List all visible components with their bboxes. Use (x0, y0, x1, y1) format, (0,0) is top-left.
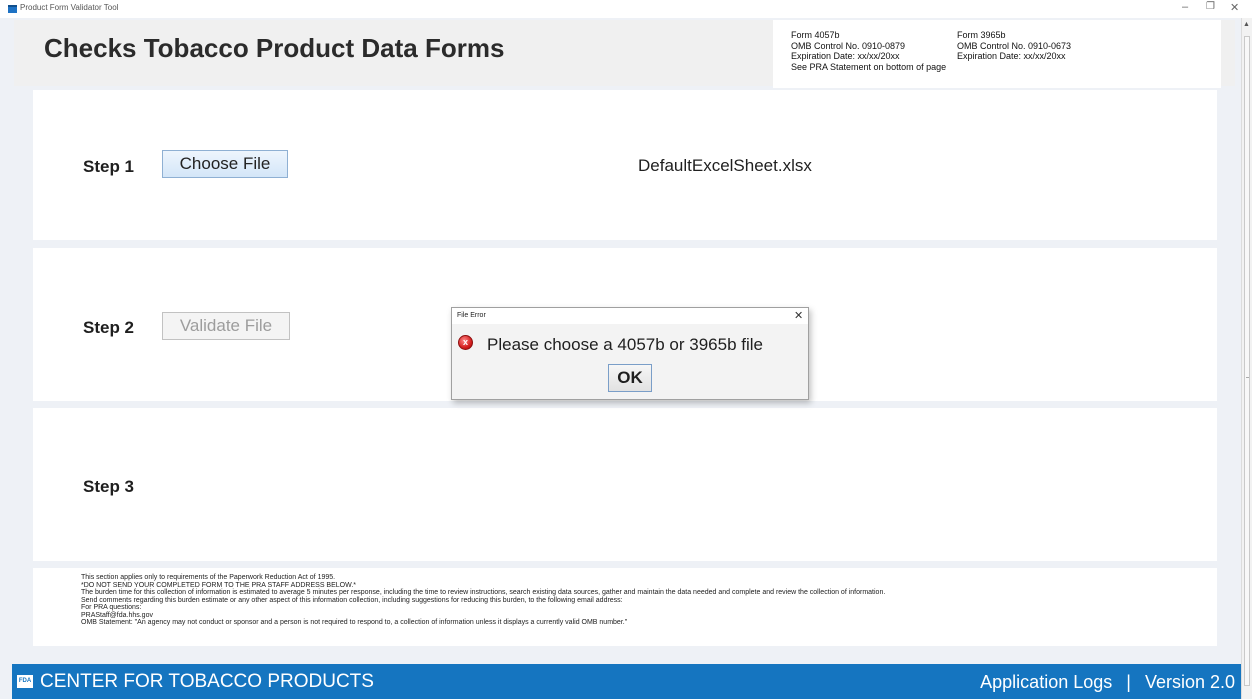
pra-statement: This section applies only to requirement… (81, 574, 885, 627)
pra-line: This section applies only to requirement… (81, 574, 336, 581)
form-4057b-omb: OMB Control No. 0910-0879 (791, 40, 906, 51)
pra-statement-panel: This section applies only to requirement… (33, 568, 1217, 646)
maximize-button[interactable]: ❐ (1206, 1, 1215, 12)
pra-line: OMB Statement: "An agency may not conduc… (81, 619, 628, 626)
page-title: Checks Tobacco Product Data Forms (44, 33, 505, 63)
dialog-titlebar: File Error ✕ (452, 308, 808, 324)
dialog-message: Please choose a 4057b or 3965b file (487, 335, 763, 354)
step3-panel: Step 3 (33, 408, 1217, 561)
minimize-button[interactable]: – (1182, 1, 1188, 13)
app-icon (8, 5, 17, 13)
application-logs-link[interactable]: Application Logs (980, 672, 1112, 692)
step1-panel: Step 1 Choose File DefaultExcelSheet.xls… (33, 90, 1217, 240)
scrollbar-grip-icon (1246, 377, 1249, 380)
pra-line: PRAStaff@fda.hhs.gov (81, 611, 153, 619)
form-3965b-info: Form 3965b OMB Control No. 0910-0673 Exp… (957, 30, 1071, 62)
form-4057b-expiration: Expiration Date: xx/xx/20xx (791, 51, 900, 61)
form-3965b-expiration: Expiration Date: xx/xx/20xx (957, 51, 1066, 61)
choose-file-button[interactable]: Choose File (162, 150, 288, 178)
dialog-title: File Error (457, 312, 486, 319)
footer-separator: | (1126, 672, 1131, 692)
ok-button[interactable]: OK (608, 364, 652, 392)
pra-line: Send comments regarding this burden esti… (81, 596, 623, 604)
validate-file-button[interactable]: Validate File (162, 312, 290, 340)
form-3965b-label: Form 3965b (957, 30, 1006, 40)
pra-line: For PRA questions: (81, 604, 142, 611)
version-label: Version 2.0 (1144, 672, 1235, 692)
footer-title: CENTER FOR TOBACCO PRODUCTS (40, 671, 374, 692)
pra-line: *DO NOT SEND YOUR COMPLETED FORM TO THE … (81, 581, 356, 589)
window-title: Product Form Validator Tool (20, 3, 119, 12)
close-button[interactable]: ✕ (1230, 1, 1239, 14)
step2-label: Step 2 (83, 318, 135, 337)
footer-bar: FDA CENTER FOR TOBACCO PRODUCTS Applicat… (12, 664, 1241, 699)
step3-label: Step 3 (83, 477, 135, 496)
window-titlebar: Product Form Validator Tool – ❐ ✕ (0, 0, 1252, 18)
form-info-panel: Form 4057b OMB Control No. 0910-0879 Exp… (773, 20, 1221, 88)
pra-line: The burden time for this collection of i… (81, 589, 886, 596)
footer-links: Application Logs | Version 2.0 (980, 672, 1235, 693)
form-4057b-label: Form 4057b (791, 30, 840, 40)
form-3965b-omb: OMB Control No. 0910-0673 (957, 40, 1072, 51)
error-icon: x (458, 335, 473, 350)
form-4057b-info: Form 4057b OMB Control No. 0910-0879 Exp… (791, 30, 946, 72)
vertical-scrollbar[interactable]: ▲ (1241, 18, 1252, 699)
selected-file-name: DefaultExcelSheet.xlsx (638, 156, 812, 175)
dialog-close-button[interactable]: ✕ (794, 309, 803, 322)
scroll-up-arrow-icon[interactable]: ▲ (1243, 21, 1250, 28)
form-4057b-note: See PRA Statement on bottom of page (791, 61, 947, 72)
fda-logo: FDA (17, 675, 33, 688)
step1-label: Step 1 (83, 157, 135, 176)
scrollbar-thumb[interactable] (1244, 36, 1250, 686)
file-error-dialog: File Error ✕ x Please choose a 4057b or … (451, 307, 809, 400)
